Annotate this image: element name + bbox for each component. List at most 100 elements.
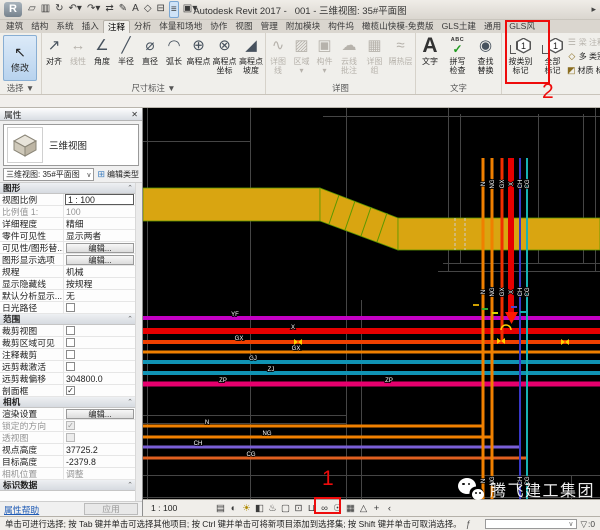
property-value[interactable]: 100: [64, 206, 135, 218]
type-dropdown[interactable]: 三维视图: 35#平面图 ∨: [3, 168, 94, 181]
pipe-horizontal[interactable]: [143, 360, 600, 364]
valve-symbol[interactable]: [561, 339, 569, 345]
section-header-图形[interactable]: 图形⌃: [0, 183, 142, 194]
pipe-tag[interactable]: CG: [525, 287, 531, 296]
design-options-box[interactable]: ∨: [485, 519, 577, 529]
redo-icon[interactable]: ↷▾: [86, 1, 101, 18]
checkbox[interactable]: [66, 326, 75, 335]
undo-icon[interactable]: ↶▾: [68, 1, 83, 18]
arc-length-dimension-button[interactable]: ◠弧长: [162, 34, 186, 82]
measure-icon[interactable]: ✎: [118, 1, 128, 18]
spot-coordinate-button[interactable]: ⊗高程点坐标: [211, 34, 238, 82]
spell-check-button[interactable]: ABC✓拼写检查: [444, 34, 471, 82]
thin-lines-icon[interactable]: ≡: [169, 1, 179, 18]
tab-视图[interactable]: 视图: [231, 20, 256, 33]
apply-button[interactable]: 应用: [84, 503, 138, 515]
section-header-范围[interactable]: 范围⌃: [0, 314, 142, 325]
edit-type-button[interactable]: ⊞ 编辑类型: [97, 169, 139, 180]
drawing-area[interactable]: YFXGXGXGJZJZPZPNNGCHCGNNGGXXCHCGNNGGXXCH…: [143, 108, 600, 516]
pipe-riser[interactable]: [519, 158, 521, 499]
pipe-tag[interactable]: ZP: [219, 378, 227, 384]
find-replace-button[interactable]: ◉查找替换: [471, 34, 500, 82]
tab-构件坞[interactable]: 构件坞: [324, 20, 358, 33]
property-value[interactable]: 显示两者: [64, 230, 135, 242]
property-value[interactable]: 按规程: [64, 278, 135, 290]
tab-管理[interactable]: 管理: [257, 20, 282, 33]
checkbox[interactable]: [66, 362, 75, 371]
tab-通用[interactable]: 通用: [480, 20, 505, 33]
checkbox[interactable]: [66, 350, 75, 359]
pipe-tag[interactable]: N: [481, 290, 487, 294]
shadows-icon[interactable]: ◧: [254, 502, 265, 515]
section-header-标识数据[interactable]: 标识数据⌃: [0, 480, 142, 491]
pipe-horizontal[interactable]: [143, 340, 600, 344]
tag-all-button[interactable]: 1全部标记: [539, 34, 566, 75]
pipe-tag[interactable]: CH: [518, 180, 524, 189]
edit-button[interactable]: 编辑...: [66, 255, 134, 265]
duct-segment[interactable]: [398, 218, 600, 250]
checkbox[interactable]: [66, 303, 75, 312]
show-analytical-model-icon[interactable]: △: [358, 502, 369, 515]
pipe-tag[interactable]: GX: [500, 180, 506, 189]
dimension-panel-label[interactable]: 尺寸标注 ▼: [42, 82, 265, 94]
property-value[interactable]: -2379.8: [64, 456, 135, 468]
pipe-tag[interactable]: CH: [518, 288, 524, 297]
tab-GLS风[interactable]: GLS风: [505, 20, 539, 33]
pipe-riser[interactable]: [526, 158, 528, 499]
aligned-dimension-button[interactable]: ↗对齐: [42, 34, 66, 82]
pipe-horizontal[interactable]: [143, 425, 484, 428]
show-crop-region-icon[interactable]: ⊡: [293, 502, 304, 515]
close-icon[interactable]: ✕: [131, 110, 138, 119]
pipe-horizontal[interactable]: [143, 328, 600, 334]
pipe-tag[interactable]: GX: [500, 288, 506, 297]
temporary-hide-isolate-icon[interactable]: ∞: [319, 502, 330, 515]
valve-symbol[interactable]: [294, 339, 302, 345]
modify-button[interactable]: ↖ 修改: [3, 35, 37, 81]
duct-transition[interactable]: [320, 188, 398, 250]
unlock-3d-view-icon[interactable]: ⊔: [306, 502, 317, 515]
tab-系统[interactable]: 系统: [52, 20, 77, 33]
text-button[interactable]: A文字: [416, 34, 444, 82]
pipe-tag[interactable]: ZP: [385, 378, 393, 384]
sync-icon[interactable]: ↻: [54, 1, 64, 18]
temporary-view-properties-icon[interactable]: ▦: [345, 502, 356, 515]
pipe-tag[interactable]: NG: [490, 287, 496, 296]
model-view[interactable]: YFXGXGXGJZJZPZPNNGCHCGNNGGXXCHCGNNGGXXCH…: [143, 108, 600, 499]
detail-level-icon[interactable]: ▤: [215, 502, 226, 515]
property-value[interactable]: 调整: [64, 468, 135, 480]
property-value[interactable]: 37725.2: [64, 444, 135, 456]
duct-segment[interactable]: [143, 188, 320, 221]
pipe-tag[interactable]: GX: [235, 336, 244, 342]
pipe-tag[interactable]: X: [509, 290, 515, 294]
edit-button[interactable]: 编辑...: [66, 409, 134, 419]
save-icon[interactable]: ▥: [40, 1, 51, 18]
tab-结构[interactable]: 结构: [27, 20, 52, 33]
pipe-horizontal[interactable]: [143, 351, 600, 354]
tag-by-category-button[interactable]: 1按类别标记: [502, 34, 539, 75]
switch-windows-icon[interactable]: ▣▾: [182, 1, 198, 18]
view-scale-button[interactable]: 1 : 100: [151, 503, 187, 513]
pipe-tag[interactable]: X: [509, 182, 515, 186]
checkbox[interactable]: ✓: [66, 386, 75, 395]
default-3d-view-icon[interactable]: ◇: [143, 1, 153, 18]
tab-GLS土建[interactable]: GLS土建: [438, 20, 480, 33]
tab-橄榄山快模-免费版[interactable]: 橄榄山快模-免费版: [358, 20, 438, 33]
revit-app-menu-button[interactable]: R: [4, 2, 22, 17]
tab-附加模块[interactable]: 附加模块: [282, 20, 324, 33]
properties-help-link[interactable]: 属性帮助: [4, 503, 39, 516]
pipe-tag[interactable]: ZJ: [268, 367, 275, 373]
pipe-tag[interactable]: N: [205, 420, 209, 426]
section-header-相机[interactable]: 相机⌃: [0, 397, 142, 408]
diameter-dimension-button[interactable]: ⌀直径: [138, 34, 162, 82]
property-value[interactable]: 304800.0: [64, 373, 135, 385]
pipe-tag[interactable]: NG: [263, 431, 272, 437]
property-value[interactable]: 精细: [64, 218, 135, 230]
angular-dimension-button[interactable]: ∠角度: [90, 34, 114, 82]
visual-style-icon[interactable]: ◐: [228, 502, 239, 515]
checkbox[interactable]: [66, 338, 75, 347]
edit-button[interactable]: 编辑...: [66, 243, 134, 253]
pipe-horizontal[interactable]: [143, 316, 600, 320]
open-icon[interactable]: ▱: [27, 1, 37, 18]
multi-category-tag-button[interactable]: ◇多 类别: [567, 50, 600, 62]
pipe-tag[interactable]: NG: [490, 179, 496, 188]
